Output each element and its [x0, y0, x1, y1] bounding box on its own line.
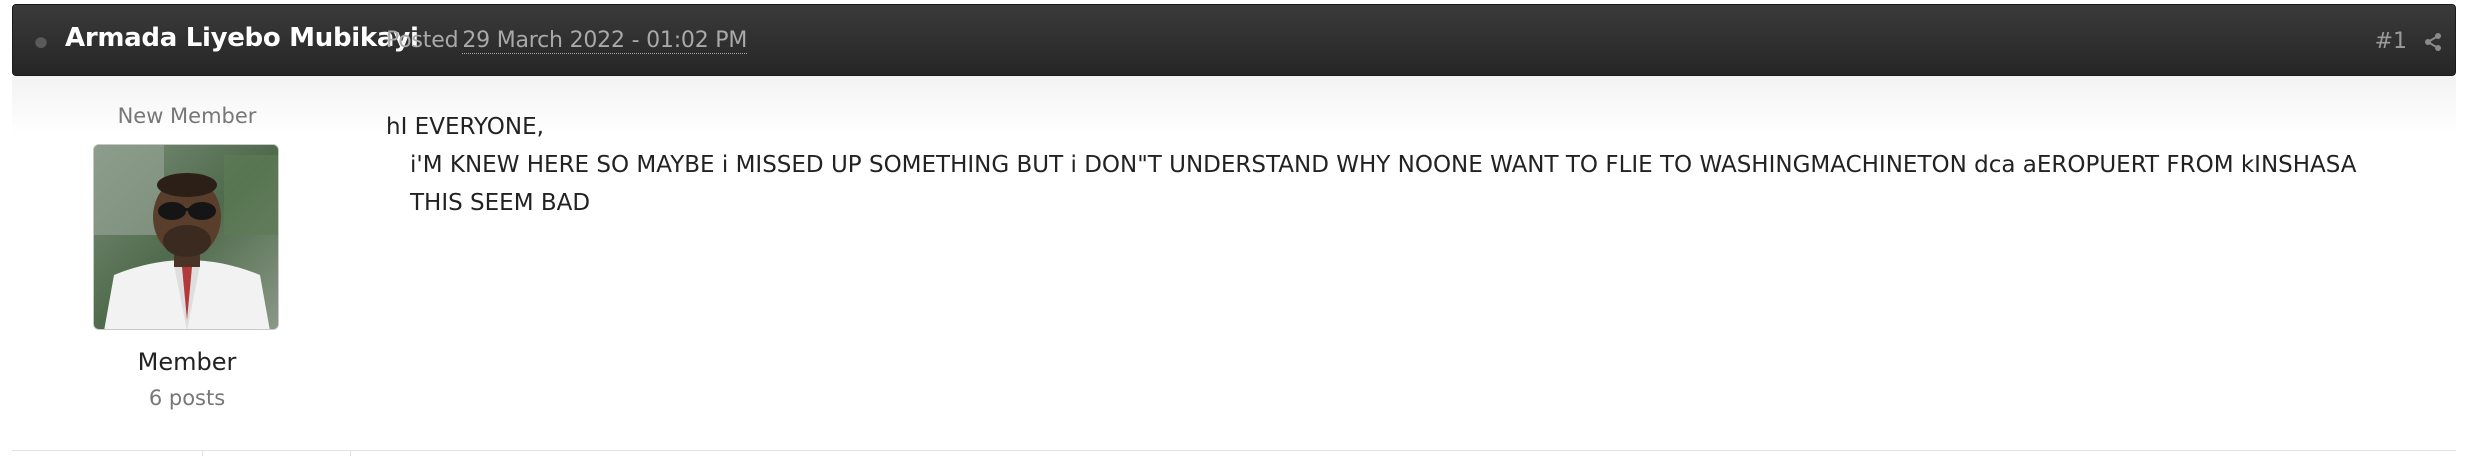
- divider-tick: [202, 450, 203, 456]
- member-group: Member: [137, 348, 237, 376]
- share-icon[interactable]: [2423, 32, 2443, 52]
- post-text-line: hI EVERYONE,: [386, 114, 544, 140]
- post-count: 6 posts: [148, 386, 226, 410]
- post-content: hI EVERYONE, i'M KNEW HERE SO MAYBE i MI…: [386, 108, 2416, 222]
- posted-date: 29 March 2022 - 01:02 PM: [462, 28, 748, 54]
- posted-label: Posted: [386, 28, 459, 53]
- author-name-link[interactable]: Armada Liyebo Mubikayi: [65, 23, 419, 53]
- posted-info: Posted 29 March 2022 - 01:02 PM: [386, 28, 748, 54]
- post-number-link[interactable]: #1: [2375, 29, 2407, 54]
- forum-post: Armada Liyebo Mubikayi Posted 29 March 20…: [12, 4, 2456, 456]
- avatar[interactable]: [93, 144, 279, 330]
- divider-tick: [350, 450, 351, 456]
- online-status-dot-icon: [35, 36, 47, 48]
- post-text-paragraph: i'M KNEW HERE SO MAYBE i MISSED UP SOMET…: [410, 152, 2357, 216]
- post-divider: [12, 450, 2456, 451]
- post-header: Armada Liyebo Mubikayi Posted 29 March 20…: [12, 4, 2456, 76]
- avatar-photo: [94, 145, 278, 329]
- post-body: New Member Member 6 posts hI EVERYONE, i…: [12, 76, 2456, 456]
- member-title: New Member: [117, 104, 257, 128]
